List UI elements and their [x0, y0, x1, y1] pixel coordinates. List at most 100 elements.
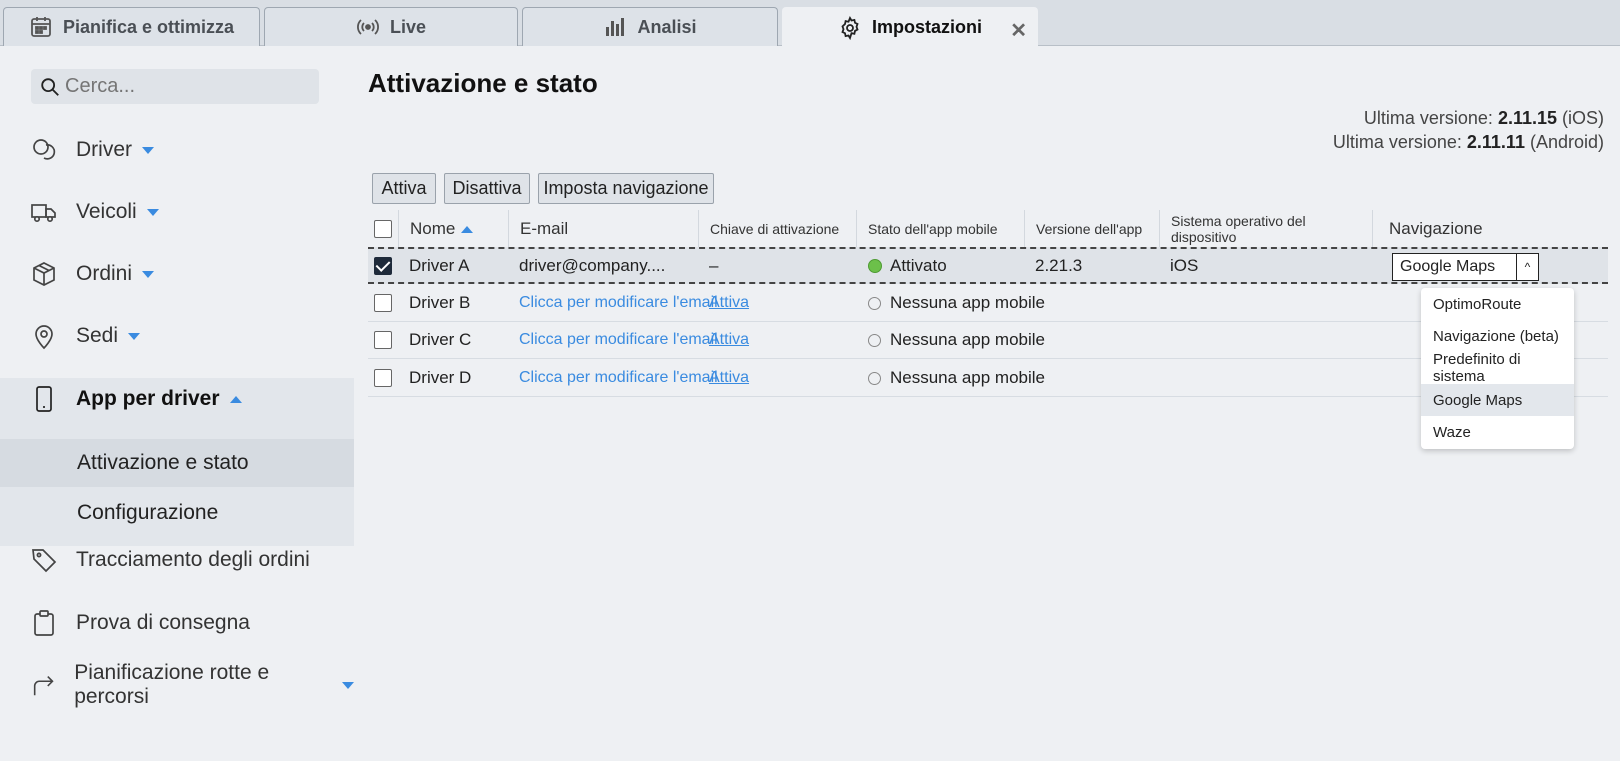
sidebar-item-ordini[interactable]: Ordini	[0, 250, 354, 298]
sidebar-item-label: Driver	[76, 138, 132, 161]
row-checkbox[interactable]	[374, 331, 392, 349]
status-label: Nessuna app mobile	[890, 330, 1045, 349]
sidebar-item-label: Ordini	[76, 262, 133, 285]
driver-name: Driver D	[409, 368, 472, 387]
activation-key: –	[709, 255, 719, 275]
table-row[interactable]: Driver A driver@company.... – Attivato 2…	[368, 247, 1608, 284]
tab-analisi[interactable]: Analisi	[522, 7, 778, 46]
location-pin-icon	[35, 325, 53, 350]
clipboard-icon	[34, 610, 54, 636]
row-checkbox[interactable]	[374, 256, 392, 275]
driver-email[interactable]: driver@company....	[519, 249, 665, 282]
edit-email-link[interactable]: Clicca per modificare l'email	[519, 360, 718, 396]
version-suffix: (iOS)	[1557, 108, 1604, 128]
sidebar-item-tracciamento[interactable]: Tracciamento degli ordini	[0, 536, 354, 584]
header-select-all[interactable]	[368, 210, 398, 248]
header-stato: Stato dell'app mobile	[856, 210, 1024, 248]
header-sistema: Sistema operativo del dispositivo	[1159, 210, 1372, 248]
sidebar-item-prova-consegna[interactable]: Prova di consegna	[0, 599, 354, 647]
tag-icon	[32, 549, 57, 573]
tab-impostazioni[interactable]: Impostazioni ✕	[782, 7, 1038, 47]
header-label: Versione dell'app	[1036, 221, 1143, 237]
dropdown-option-optimoroute[interactable]: OptimoRoute	[1421, 288, 1574, 320]
dropdown-option-google-maps[interactable]: Google Maps	[1421, 384, 1574, 416]
app-status: Attivato	[868, 249, 947, 282]
chevron-up-icon[interactable]: ^	[1516, 254, 1538, 280]
sidebar-item-driver[interactable]: Driver	[0, 126, 354, 174]
status-label: Attivato	[890, 255, 947, 275]
row-checkbox[interactable]	[374, 369, 392, 387]
version-prefix: Ultima versione:	[1363, 108, 1498, 128]
status-dot-empty-icon	[868, 371, 881, 385]
header-label: Navigazione	[1389, 219, 1483, 238]
activate-link[interactable]: Attiva	[709, 360, 749, 396]
chat-bubbles-icon	[33, 139, 56, 160]
edit-email-link[interactable]: Clicca per modificare l'email	[519, 285, 718, 321]
driver-name: Driver B	[409, 293, 471, 312]
sidebar-item-label: Prova di consegna	[76, 611, 250, 634]
edit-email-link[interactable]: Clicca per modificare l'email	[519, 322, 718, 358]
sidebar-item-sedi[interactable]: Sedi	[0, 312, 354, 360]
sort-asc-icon	[461, 225, 474, 233]
header-label: E-mail	[520, 219, 569, 238]
row-checkbox[interactable]	[374, 294, 392, 312]
set-navigation-button[interactable]: Imposta navigazione	[538, 173, 714, 204]
navigation-select-value: Google Maps	[1400, 258, 1496, 275]
bar-chart-icon	[606, 18, 625, 36]
dropdown-option-navigazione-beta[interactable]: Navigazione (beta)	[1421, 320, 1574, 352]
header-label: Nome	[410, 219, 456, 238]
sidebar: Driver Veicoli Ordini Sedi App per drive…	[0, 46, 354, 761]
version-suffix: (Android)	[1524, 132, 1604, 152]
top-tab-bar: Pianifica e ottimizza Live Analisi Impos…	[0, 0, 1620, 47]
page-title: Attivazione e stato	[368, 68, 598, 98]
header-label: Sistema operativo del dispositivo	[1171, 213, 1306, 245]
status-dot-empty-icon	[868, 296, 881, 310]
tab-label: Live	[389, 16, 427, 37]
select-all-checkbox[interactable]	[374, 220, 392, 238]
route-arrow-icon	[33, 676, 54, 696]
driver-name: Driver C	[409, 330, 472, 349]
caret-down-icon	[142, 270, 155, 278]
sidebar-item-label: Veicoli	[76, 200, 137, 223]
activate-link[interactable]: Attiva	[709, 322, 749, 358]
app-status: Nessuna app mobile	[868, 360, 1045, 396]
broadcast-icon	[357, 19, 379, 35]
header-nome[interactable]: Nome	[398, 210, 508, 248]
deactivate-button[interactable]: Disattiva	[444, 173, 530, 204]
calendar-icon	[31, 17, 51, 37]
status-label: Nessuna app mobile	[890, 293, 1045, 312]
search-box	[31, 69, 319, 104]
navigation-select[interactable]: Google Maps ^	[1392, 253, 1539, 281]
box-icon	[33, 262, 55, 286]
phone-icon	[36, 386, 52, 412]
dropdown-option-predefinito[interactable]: Predefinito di sistema	[1421, 351, 1574, 385]
caret-down-icon	[146, 208, 159, 216]
tab-label: Analisi	[637, 16, 697, 37]
sidebar-item-veicoli[interactable]: Veicoli	[0, 188, 354, 236]
sidebar-item-label: Sedi	[76, 324, 119, 347]
driver-name: Driver A	[409, 255, 470, 275]
sidebar-subitem-configurazione[interactable]: Configurazione	[0, 489, 354, 537]
search-input[interactable]	[65, 75, 305, 98]
activate-link[interactable]: Attiva	[709, 285, 749, 321]
device-os: iOS	[1170, 255, 1199, 275]
version-ios: Ultima versione: 2.11.15 (iOS)	[1364, 108, 1604, 129]
status-label: Nessuna app mobile	[890, 368, 1045, 387]
sidebar-item-app-per-driver[interactable]: App per driver	[0, 375, 354, 423]
version-android: Ultima versione: 2.11.11 (Android)	[1333, 132, 1604, 153]
app-status: Nessuna app mobile	[868, 322, 1045, 358]
truck-icon	[31, 204, 56, 223]
tab-live[interactable]: Live	[264, 7, 518, 46]
caret-down-icon	[342, 681, 354, 689]
sidebar-subitem-attivazione[interactable]: Attivazione e stato	[0, 439, 354, 487]
tab-label: Pianifica e ottimizza	[62, 16, 235, 37]
tab-pianifica[interactable]: Pianifica e ottimizza	[3, 7, 260, 46]
sidebar-item-label: App per driver	[76, 387, 220, 410]
sidebar-item-pianificazione-rotte[interactable]: Pianificazione rotte e percorsi	[0, 661, 354, 709]
dropdown-option-waze[interactable]: Waze	[1421, 416, 1574, 448]
sidebar-subitem-label: Configurazione	[77, 501, 219, 524]
version-number: 2.11.15	[1497, 108, 1557, 128]
activate-button[interactable]: Attiva	[372, 173, 436, 204]
header-email: E-mail	[508, 210, 698, 248]
close-icon[interactable]: ✕	[1010, 18, 1027, 43]
